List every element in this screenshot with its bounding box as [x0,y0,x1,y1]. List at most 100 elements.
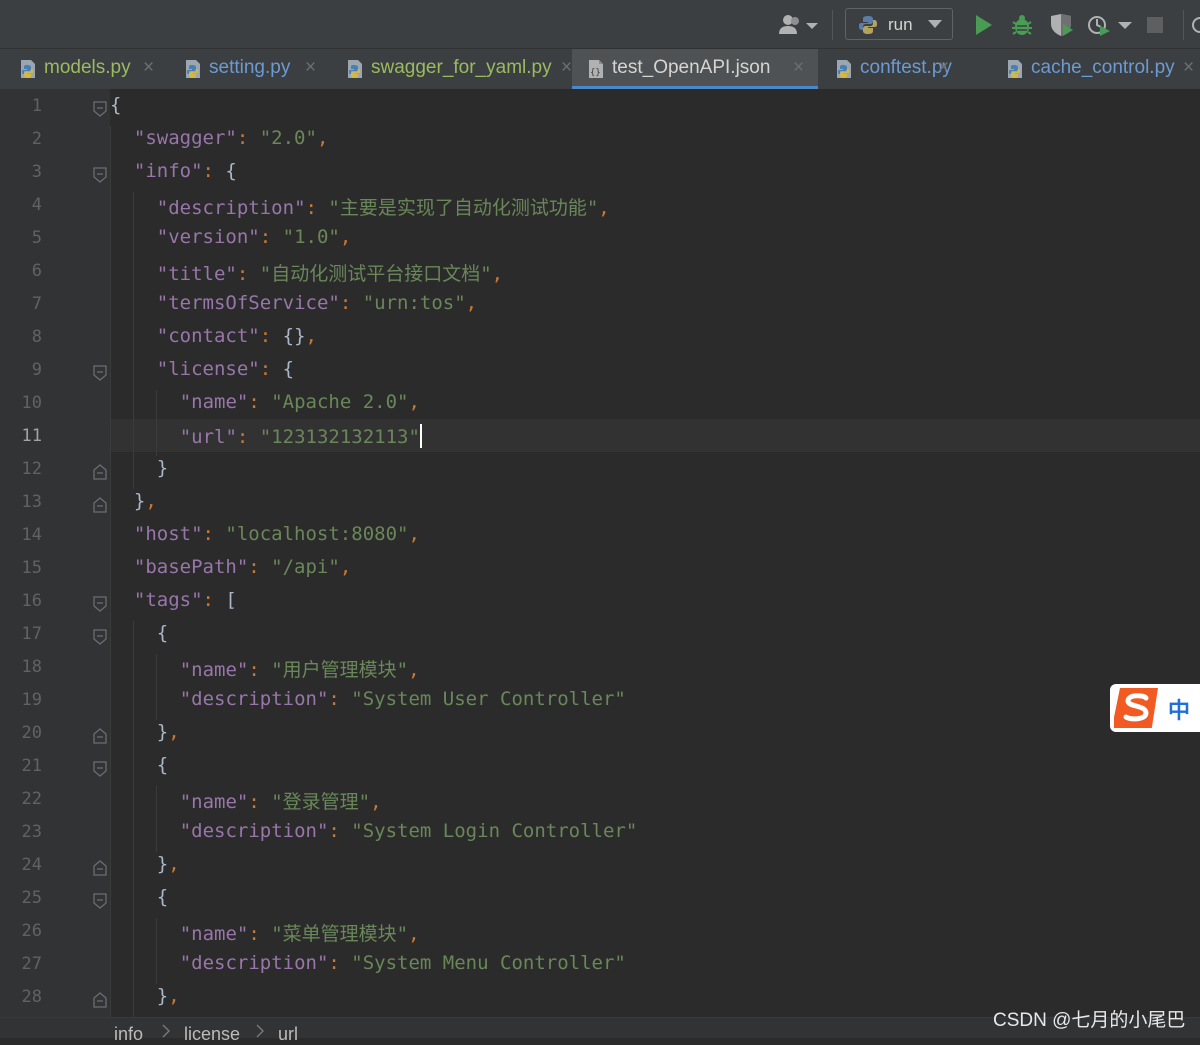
close-icon[interactable]: × [793,57,804,79]
code-line[interactable]: "name": "Apache 2.0", [180,391,420,413]
fold-close-icon[interactable] [93,728,107,744]
breadcrumb-item[interactable]: url [278,1024,298,1045]
code-line[interactable]: "host": "localhost:8080", [134,523,420,545]
user-icon[interactable] [778,14,820,36]
json-string: "Apache 2.0" [271,391,409,413]
run-configuration-select[interactable]: run [845,8,953,40]
code-line[interactable]: "title": "自动化测试平台接口文档", [157,259,503,286]
tab-test-openapi-json[interactable]: {} test_OpenAPI.json × [572,49,818,89]
code-line[interactable]: "url": "123132132113" [180,424,422,448]
search-icon[interactable] [1192,14,1200,36]
code-line[interactable]: "tags": [ [134,589,237,611]
code-line[interactable]: { [110,94,121,116]
json-punctuation: : [259,325,283,347]
code-line[interactable]: } [157,457,168,479]
json-punctuation: { [156,754,169,776]
json-punctuation: , [168,853,180,875]
code-line[interactable]: }, [157,853,180,875]
json-punctuation: , [339,226,352,248]
code-line[interactable]: "name": "菜单管理模块", [180,919,420,946]
code-line[interactable]: "name": "登录管理", [180,787,382,814]
code-line[interactable]: { [157,622,168,644]
close-icon[interactable]: × [938,57,949,79]
close-icon[interactable]: × [1183,57,1194,79]
json-key: "description" [179,952,329,974]
code-line[interactable]: "swagger": "2.0", [134,127,329,149]
fold-open-icon[interactable] [93,365,107,381]
run-icon[interactable] [975,14,993,36]
code-editor[interactable]: 1 2 3 4 5 6 7 8 9 10 11 12 13 14 15 16 17 18 19 20 21 22 23 24 2… [0,89,1200,1017]
line-number: 6 [31,261,42,281]
indent-guide [156,654,157,720]
fold-open-icon[interactable] [93,893,107,909]
python-icon [859,16,877,34]
json-string: "123132132113" [259,426,420,448]
fold-open-icon[interactable] [93,596,107,612]
line-number: 10 [21,393,42,413]
watermark: CSDN @七月的小尾巴 [993,1010,1186,1031]
fold-close-icon[interactable] [93,497,107,513]
json-punctuation: , [145,490,157,512]
code-line[interactable]: "license": { [157,358,294,380]
json-punctuation: : [248,923,272,945]
fold-close-icon[interactable] [93,860,107,876]
json-string: "1.0" [282,226,340,248]
json-punctuation: : [236,426,260,448]
code-line[interactable]: "info": { [134,160,237,182]
input-method-indicator[interactable]: 中 [1110,684,1200,732]
json-key: "host" [133,523,203,545]
code-line[interactable]: { [157,886,168,908]
code-line[interactable]: "description": "主要是实现了自动化测试功能", [157,193,610,220]
code-line[interactable]: { [157,754,168,776]
code-line[interactable]: "termsOfService": "urn:tos", [157,292,477,314]
json-punctuation: , [408,391,420,413]
tab-label: swagger_for_yaml.py [371,57,552,78]
debug-icon[interactable] [1011,14,1033,36]
close-icon[interactable]: × [305,57,316,79]
line-number: 17 [21,624,42,644]
python-file-icon [1008,60,1022,78]
chevron-down-icon[interactable] [1118,14,1132,36]
json-punctuation: : [328,952,352,974]
indent-guide [156,918,157,984]
code-line[interactable]: "basePath": "/api", [134,556,351,578]
profile-icon[interactable] [1087,14,1111,36]
code-line[interactable]: "description": "System User Controller" [180,688,626,710]
toolbar-separator [832,10,833,40]
fold-close-icon[interactable] [93,992,107,1008]
fold-open-icon[interactable] [93,761,107,777]
fold-open-icon[interactable] [93,101,107,117]
line-number: 27 [21,954,42,974]
coverage-icon[interactable] [1049,14,1075,36]
fold-open-icon[interactable] [93,167,107,183]
tab-label: test_OpenAPI.json [612,57,771,78]
code-line[interactable]: }, [157,985,180,1007]
json-punctuation: } [156,457,169,479]
stop-icon[interactable] [1146,14,1164,36]
fold-close-icon[interactable] [93,464,107,480]
breadcrumb-item[interactable]: license [184,1024,240,1045]
code-line[interactable]: "version": "1.0", [157,226,352,248]
code-line[interactable]: "contact": {}, [157,325,317,347]
json-string: "System User Controller" [351,688,626,710]
json-punctuation: : [328,820,352,842]
json-key: "description" [156,197,306,219]
json-punctuation: : [236,263,260,285]
close-icon[interactable]: × [561,57,572,79]
json-key: "name" [179,923,249,945]
breadcrumb-item[interactable]: info [114,1024,143,1045]
json-punctuation: : [248,791,272,813]
json-key: "title" [156,263,237,285]
json-punctuation: : [236,127,260,149]
fold-open-icon[interactable] [93,629,107,645]
code-line[interactable]: }, [157,721,180,743]
json-punctuation: , [598,197,610,219]
json-punctuation: , [339,556,352,578]
code-line[interactable]: }, [134,490,157,512]
json-key: "url" [179,426,237,448]
json-punctuation: { [110,94,122,116]
code-line[interactable]: "name": "用户管理模块", [180,655,420,682]
code-line[interactable]: "description": "System Menu Controller" [180,952,626,974]
code-line[interactable]: "description": "System Login Controller" [180,820,638,842]
close-icon[interactable]: × [143,57,154,79]
